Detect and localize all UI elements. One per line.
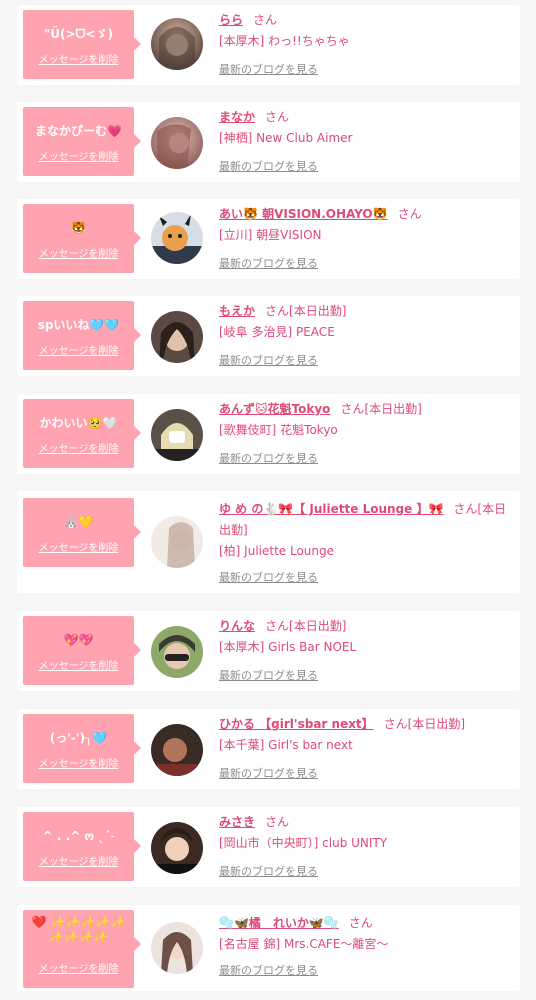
shop-text: [岡山市（中央町）] club UNITY <box>219 836 388 850</box>
honorific-text: さん[本日出勤] <box>265 304 347 318</box>
latest-blog-link[interactable]: 最新のブログを見る <box>219 63 318 77</box>
user-name-link[interactable]: らら <box>219 13 243 27</box>
honorific-text: さん <box>348 916 373 930</box>
delete-message-link[interactable]: メッセージを削除 <box>23 55 134 67</box>
delete-message-link[interactable]: メッセージを削除 <box>23 152 134 164</box>
message-bubble: 🐯 メッセージを削除 <box>23 204 141 273</box>
user-name-link[interactable]: りんな <box>219 619 255 633</box>
user-name-link[interactable]: ひかる 【girl'sbar next】 <box>219 717 374 731</box>
message-bubble: ❤️ ✨✨✨✨✨ ✨✨✨✨ メッセージを削除 <box>23 910 141 988</box>
honorific-text: さん <box>253 13 278 27</box>
message-text: "Ü(>ᗜ<ゞ) <box>43 27 114 41</box>
honorific-text: さん[本日出勤] <box>265 619 347 633</box>
list-item: ^ . .^ ო ˎˊ˗ メッセージを削除 みさき さん [岡山市（中央町）] c… <box>17 807 520 887</box>
user-name-link[interactable]: ゆ め の🐇🎀【 Juliette Lounge 】🎀 <box>219 502 443 516</box>
avatar[interactable] <box>151 626 203 678</box>
message-bubble: ^ . .^ ო ˎˊ˗ メッセージを削除 <box>23 812 141 881</box>
shop-text: [柏] Juliette Lounge <box>219 544 335 558</box>
honorific-text: さん[本日出勤] <box>383 717 466 731</box>
avatar[interactable] <box>151 212 203 264</box>
shop-text: [歌舞伎町] 花魁Tokyo <box>219 423 338 437</box>
message-list: "Ü(>ᗜ<ゞ) メッセージを削除 らら さん [本厚木] わっ!!ちゃちゃ 最新… <box>0 0 536 1000</box>
list-item: "Ü(>ᗜ<ゞ) メッセージを削除 らら さん [本厚木] わっ!!ちゃちゃ 最新… <box>17 5 520 85</box>
latest-blog-link[interactable]: 最新のブログを見る <box>219 964 318 978</box>
latest-blog-link[interactable]: 最新のブログを見る <box>219 571 318 585</box>
latest-blog-link[interactable]: 最新のブログを見る <box>219 452 318 466</box>
message-bubble: "Ü(>ᗜ<ゞ) メッセージを削除 <box>23 10 141 79</box>
list-item: (っ'-')╮🩵 メッセージを削除 ひかる 【girl'sbar next】 さん… <box>17 709 520 789</box>
shop-text: [名古屋 錦] Mrs.CAFE〜離宮〜 <box>219 937 389 951</box>
avatar[interactable] <box>151 18 203 70</box>
message-bubble: spいいね🩵🩵 メッセージを削除 <box>23 301 141 370</box>
shop-text: [岐阜 多治見] PEACE <box>219 325 335 339</box>
message-text: かわいい🥺🤍 <box>39 416 118 430</box>
latest-blog-link[interactable]: 最新のブログを見る <box>219 767 318 781</box>
delete-message-link[interactable]: メッセージを削除 <box>23 543 134 555</box>
avatar[interactable] <box>151 409 203 461</box>
list-item: 🐯 メッセージを削除 あい🐯 朝VISION.OHAYO🐯 さん [立川] 朝昼V… <box>17 199 520 279</box>
message-bubble: まなかぴーむ💗 メッセージを削除 <box>23 107 141 176</box>
delete-message-link[interactable]: メッセージを削除 <box>23 346 134 358</box>
honorific-text: さん <box>265 110 290 124</box>
user-name-link[interactable]: もえか <box>219 304 255 318</box>
message-bubble: かわいい🥺🤍 メッセージを削除 <box>23 399 141 468</box>
latest-blog-link[interactable]: 最新のブログを見る <box>219 160 318 174</box>
avatar[interactable] <box>151 822 203 874</box>
avatar[interactable] <box>151 117 203 169</box>
message-bubble: 🐰💛 メッセージを削除 <box>23 498 141 567</box>
message-text: ^ . .^ ო ˎˊ˗ <box>42 829 115 843</box>
user-name-link[interactable]: あい🐯 朝VISION.OHAYO🐯 <box>219 207 388 221</box>
message-text: 🐯 <box>71 221 86 235</box>
avatar[interactable] <box>151 922 203 974</box>
delete-message-link[interactable]: メッセージを削除 <box>23 964 134 976</box>
list-item: 🐰💛 メッセージを削除 ゆ め の🐇🎀【 Juliette Lounge 】🎀 さ… <box>17 491 520 593</box>
avatar[interactable] <box>151 516 203 568</box>
shop-text: [本厚木] わっ!!ちゃちゃ <box>219 34 350 48</box>
list-item: まなかぴーむ💗 メッセージを削除 まなか さん [神栖] New Club Aim… <box>17 102 520 182</box>
latest-blog-link[interactable]: 最新のブログを見る <box>219 354 318 368</box>
shop-text: [神栖] New Club Aimer <box>219 131 353 145</box>
shop-text: [立川] 朝昼VISION <box>219 228 322 242</box>
honorific-text: さん <box>397 207 422 221</box>
user-name-link[interactable]: まなか <box>219 110 255 124</box>
honorific-text: さん[本日出勤] <box>340 402 422 416</box>
shop-text: [本千葉] Girl's bar next <box>219 738 353 752</box>
latest-blog-link[interactable]: 最新のブログを見る <box>219 865 318 879</box>
avatar[interactable] <box>151 311 203 363</box>
latest-blog-link[interactable]: 最新のブログを見る <box>219 669 318 683</box>
list-item: 💖💖 メッセージを削除 りんな さん[本日出勤] [本厚木] Girls Bar … <box>17 611 520 691</box>
delete-message-link[interactable]: メッセージを削除 <box>23 857 134 869</box>
message-bubble: 💖💖 メッセージを削除 <box>23 616 141 685</box>
list-item: spいいね🩵🩵 メッセージを削除 もえか さん[本日出勤] [岐阜 多治見] PE… <box>17 296 520 376</box>
message-bubble: (っ'-')╮🩵 メッセージを削除 <box>23 714 141 783</box>
list-item: かわいい🥺🤍 メッセージを削除 あんず🐱花魁Tokyo さん[本日出勤] [歌舞伎… <box>17 394 520 474</box>
message-text: (っ'-')╮🩵 <box>49 731 108 745</box>
honorific-text: さん <box>265 815 290 829</box>
message-text: ❤️ ✨✨✨✨✨ ✨✨✨✨ <box>31 915 126 944</box>
user-name-link[interactable]: みさき <box>219 815 255 829</box>
message-text: まなかぴーむ💗 <box>35 124 122 138</box>
user-name-link[interactable]: 🫧🦋橘 れいか🦋🫧 <box>219 916 339 930</box>
user-name-link[interactable]: あんず🐱花魁Tokyo <box>219 402 330 416</box>
delete-message-link[interactable]: メッセージを削除 <box>23 661 134 673</box>
delete-message-link[interactable]: メッセージを削除 <box>23 444 134 456</box>
shop-text: [本厚木] Girls Bar NOEL <box>219 640 357 654</box>
avatar[interactable] <box>151 724 203 776</box>
message-text: 💖💖 <box>63 633 94 647</box>
list-item: ❤️ ✨✨✨✨✨ ✨✨✨✨ メッセージを削除 🫧🦋橘 れいか🦋🫧 さん [名古屋 … <box>17 905 520 991</box>
delete-message-link[interactable]: メッセージを削除 <box>23 249 134 261</box>
latest-blog-link[interactable]: 最新のブログを見る <box>219 257 318 271</box>
message-text: 🐰💛 <box>63 515 94 529</box>
delete-message-link[interactable]: メッセージを削除 <box>23 759 134 771</box>
message-text: spいいね🩵🩵 <box>37 318 120 332</box>
